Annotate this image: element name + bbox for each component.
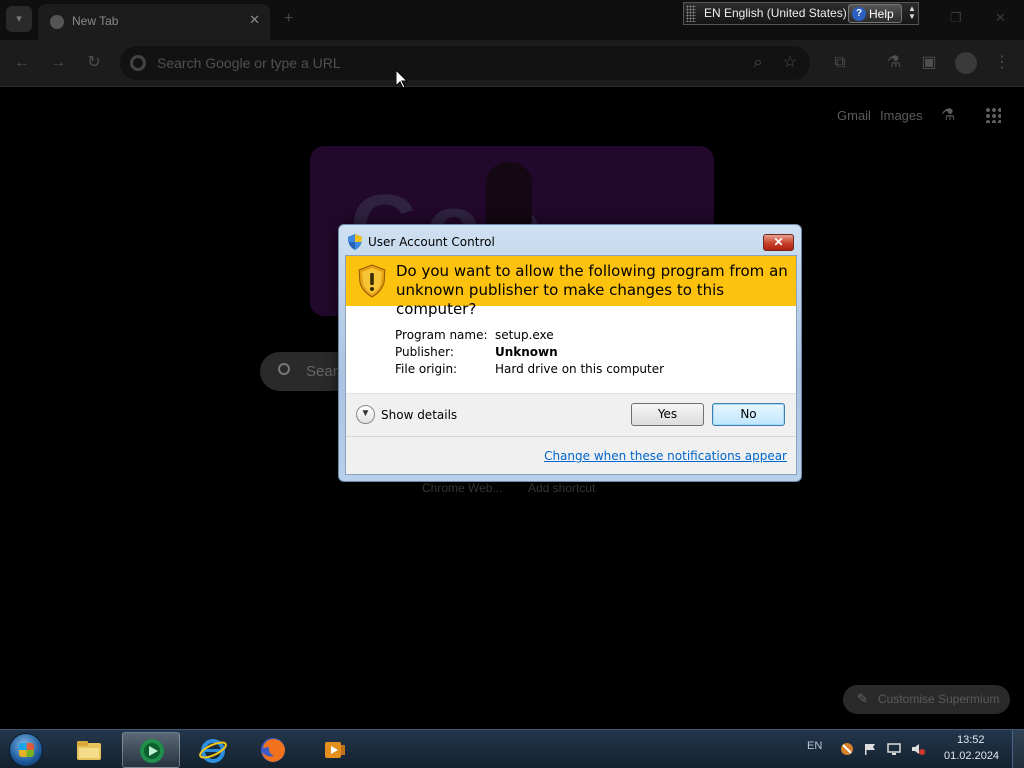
- shortcut-add[interactable]: Add shortcut: [528, 481, 595, 495]
- internet-explorer-icon: [199, 739, 227, 763]
- tray-volume-muted-icon[interactable]: [911, 742, 925, 756]
- uac-warning-banner: Do you want to allow the following progr…: [346, 256, 796, 318]
- explorer-icon: [77, 741, 101, 760]
- mouse-cursor-icon: [396, 70, 408, 89]
- tab-search-button[interactable]: ▾: [6, 6, 32, 32]
- tray-network-icon[interactable]: [840, 742, 854, 756]
- no-button[interactable]: No: [712, 403, 785, 426]
- uac-button-area: ▼ Show details Yes No Change when these …: [346, 394, 796, 474]
- labs-flask-icon[interactable]: ⚗: [883, 52, 905, 74]
- customise-button[interactable]: ✎ Customise Supermium: [843, 685, 1010, 714]
- taskbar-explorer[interactable]: [60, 732, 118, 768]
- restore-window-icon[interactable]: ❐: [950, 10, 962, 26]
- uac-question: Do you want to allow the following progr…: [396, 262, 788, 318]
- tray-language[interactable]: EN: [807, 740, 822, 752]
- forward-icon[interactable]: →: [47, 52, 69, 74]
- close-window-icon[interactable]: ✕: [995, 10, 1006, 26]
- publisher-value: Unknown: [495, 345, 558, 359]
- language-bar-options-icon[interactable]: ▲ ▼: [906, 5, 918, 22]
- help-button[interactable]: ? Help: [848, 4, 902, 23]
- tray-monitor-icon[interactable]: [887, 742, 901, 756]
- help-icon: ?: [852, 7, 866, 21]
- doodle-figure: [486, 162, 532, 228]
- file-origin-value: Hard drive on this computer: [495, 362, 665, 376]
- firefox-icon: [261, 738, 285, 762]
- search-icon: [278, 363, 290, 375]
- program-name-value: setup.exe: [495, 328, 554, 342]
- uac-dialog: User Account Control ✕ Do you want to al…: [338, 224, 802, 482]
- omnibox-placeholder: Search Google or type a URL: [157, 55, 341, 71]
- profile-avatar-icon[interactable]: [955, 52, 977, 74]
- uac-close-button[interactable]: ✕: [763, 234, 794, 251]
- program-name-label: Program name:: [395, 328, 488, 342]
- images-link[interactable]: Images: [880, 108, 923, 123]
- tab-favicon-icon: [50, 15, 64, 29]
- uac-title: User Account Control: [368, 235, 495, 249]
- language-bar: EN English (United States) ? Help ▲ ▼: [683, 2, 919, 25]
- tab-title: New Tab: [72, 14, 119, 28]
- show-details-chevron-icon[interactable]: ▼: [356, 405, 375, 424]
- tray-action-center-flag-icon[interactable]: [863, 742, 877, 756]
- zoom-search-icon[interactable]: ⌕: [747, 52, 769, 74]
- start-button[interactable]: [9, 733, 43, 767]
- media-player-icon: [325, 742, 345, 758]
- reload-icon[interactable]: ↻: [83, 52, 105, 74]
- bookmark-star-icon[interactable]: ☆: [779, 52, 801, 74]
- tab-new-tab[interactable]: New Tab ✕: [38, 4, 270, 40]
- tab-close-icon[interactable]: ✕: [249, 12, 260, 28]
- publisher-label: Publisher:: [395, 345, 454, 359]
- taskbar-media-player[interactable]: [306, 732, 364, 768]
- yes-button[interactable]: Yes: [631, 403, 704, 426]
- back-icon[interactable]: ←: [11, 52, 33, 74]
- warning-shield-icon: [358, 264, 386, 298]
- media-center-icon: [140, 739, 164, 763]
- uac-shield-icon: [348, 234, 362, 250]
- taskbar-media-center[interactable]: [122, 732, 180, 768]
- extensions-icon[interactable]: ⧉: [829, 52, 851, 74]
- show-details-label[interactable]: Show details: [381, 408, 457, 422]
- pencil-icon: ✎: [857, 691, 868, 706]
- google-g-icon: [130, 55, 146, 71]
- labs-icon[interactable]: ⚗: [941, 105, 955, 125]
- omnibox[interactable]: Search Google or type a URL: [120, 46, 810, 80]
- language-indicator[interactable]: EN English (United States): [704, 6, 847, 20]
- clock-date[interactable]: 01.02.2024: [944, 750, 999, 762]
- google-apps-icon[interactable]: [985, 107, 1001, 123]
- screen: ▾ New Tab ✕ + ❐ ✕ EN English (United Sta…: [0, 0, 1024, 768]
- customise-label: Customise Supermium: [878, 692, 1000, 706]
- clock-time[interactable]: 13:52: [957, 734, 985, 746]
- menu-kebab-icon[interactable]: ⋮: [991, 52, 1013, 74]
- uac-client-area: Do you want to allow the following progr…: [345, 255, 797, 475]
- language-bar-grip-icon[interactable]: [686, 5, 696, 22]
- change-notifications-link[interactable]: Change when these notifications appear: [544, 449, 787, 463]
- new-tab-button[interactable]: +: [284, 10, 293, 28]
- uac-footer-separator: [346, 436, 796, 437]
- show-desktop-button[interactable]: [1012, 730, 1024, 768]
- taskbar-firefox[interactable]: [244, 732, 302, 768]
- windows-logo-icon: [19, 743, 34, 757]
- gmail-link[interactable]: Gmail: [837, 108, 871, 123]
- taskbar: EN 13:52 01.02.2024: [0, 729, 1024, 768]
- shortcut-chrome-web-store[interactable]: Chrome Web...: [422, 481, 502, 495]
- file-origin-label: File origin:: [395, 362, 458, 376]
- side-panel-icon[interactable]: ▣: [918, 52, 940, 74]
- browser-toolbar: ← → ↻ Search Google or type a URL ⌕ ☆ ⧉ …: [0, 40, 1024, 87]
- taskbar-internet-explorer[interactable]: [184, 732, 242, 768]
- help-label: Help: [869, 7, 894, 21]
